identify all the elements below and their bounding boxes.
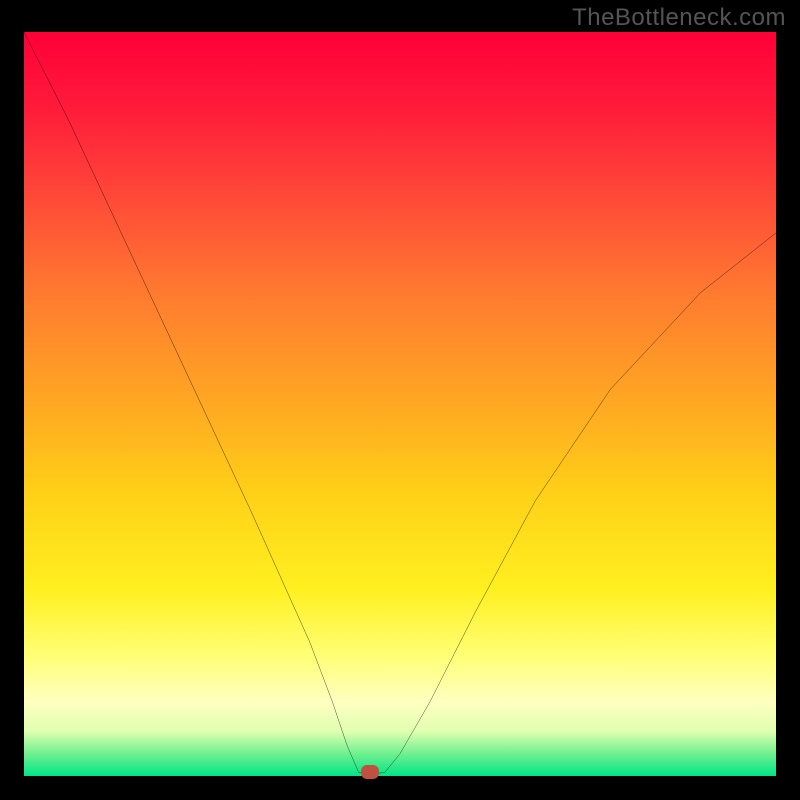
plot-area bbox=[24, 32, 776, 776]
chart-frame: TheBottleneck.com bbox=[0, 0, 800, 800]
curve-svg bbox=[24, 32, 776, 776]
minimum-marker bbox=[361, 765, 379, 779]
watermark-text: TheBottleneck.com bbox=[572, 4, 786, 32]
curve-path bbox=[24, 32, 776, 775]
